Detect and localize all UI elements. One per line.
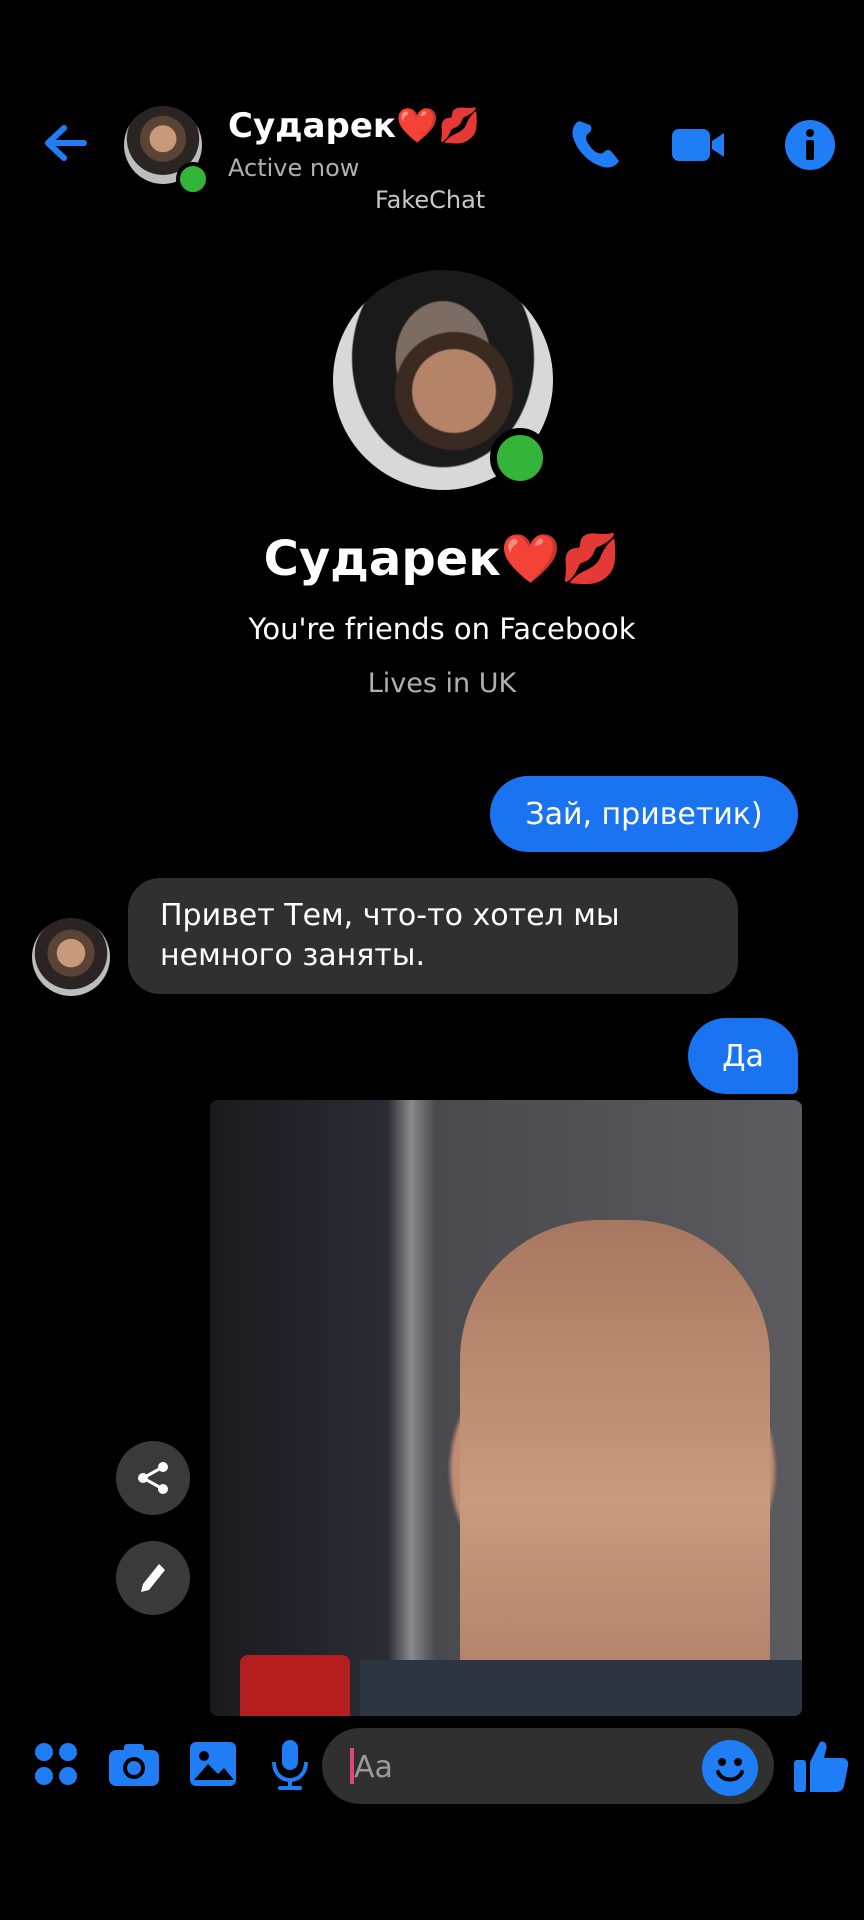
apps-icon bbox=[35, 1743, 77, 1785]
message-bubble-incoming[interactable]: Привет Тем, что-то хотел мы немного заня… bbox=[128, 878, 738, 994]
video-camera-icon bbox=[672, 129, 724, 161]
phone-icon bbox=[572, 121, 619, 168]
image-icon bbox=[190, 1742, 236, 1786]
contact-name[interactable]: Сударек❤️💋 bbox=[228, 106, 481, 146]
profile-location: Lives in UK bbox=[367, 668, 517, 699]
thumbs-up-icon bbox=[794, 1741, 849, 1792]
video-call-button[interactable] bbox=[668, 115, 728, 175]
microphone-button[interactable] bbox=[262, 1736, 318, 1792]
emoji-button[interactable] bbox=[702, 1740, 758, 1796]
back-button[interactable] bbox=[40, 118, 100, 168]
like-button[interactable] bbox=[790, 1734, 852, 1796]
emoji-icon bbox=[716, 1758, 744, 1782]
active-status: Active now bbox=[228, 154, 360, 182]
gallery-button[interactable] bbox=[186, 1736, 242, 1792]
friends-status: You're friends on Facebook bbox=[248, 612, 636, 646]
back-arrow-icon bbox=[45, 125, 87, 161]
call-button[interactable] bbox=[565, 115, 625, 175]
camera-button[interactable] bbox=[106, 1736, 162, 1792]
microphone-icon bbox=[272, 1740, 308, 1790]
apps-button[interactable] bbox=[28, 1736, 84, 1792]
watermark: FakeChat bbox=[375, 186, 486, 214]
info-icon bbox=[785, 120, 835, 170]
sender-avatar bbox=[32, 918, 110, 996]
info-button[interactable] bbox=[780, 115, 840, 175]
online-indicator bbox=[490, 428, 550, 488]
edit-button[interactable] bbox=[116, 1541, 190, 1615]
message-bubble-outgoing[interactable]: Да bbox=[688, 1018, 798, 1094]
online-indicator bbox=[176, 162, 210, 196]
share-icon bbox=[138, 1462, 168, 1494]
share-button[interactable] bbox=[116, 1441, 190, 1515]
profile-name: Сударек❤️💋 bbox=[263, 531, 621, 587]
photo-message[interactable] bbox=[210, 1100, 802, 1716]
pencil-icon bbox=[141, 1564, 165, 1592]
camera-icon bbox=[109, 1744, 159, 1786]
message-input[interactable] bbox=[352, 1728, 686, 1806]
message-bubble-outgoing[interactable]: Зай, приветик) bbox=[490, 776, 798, 852]
